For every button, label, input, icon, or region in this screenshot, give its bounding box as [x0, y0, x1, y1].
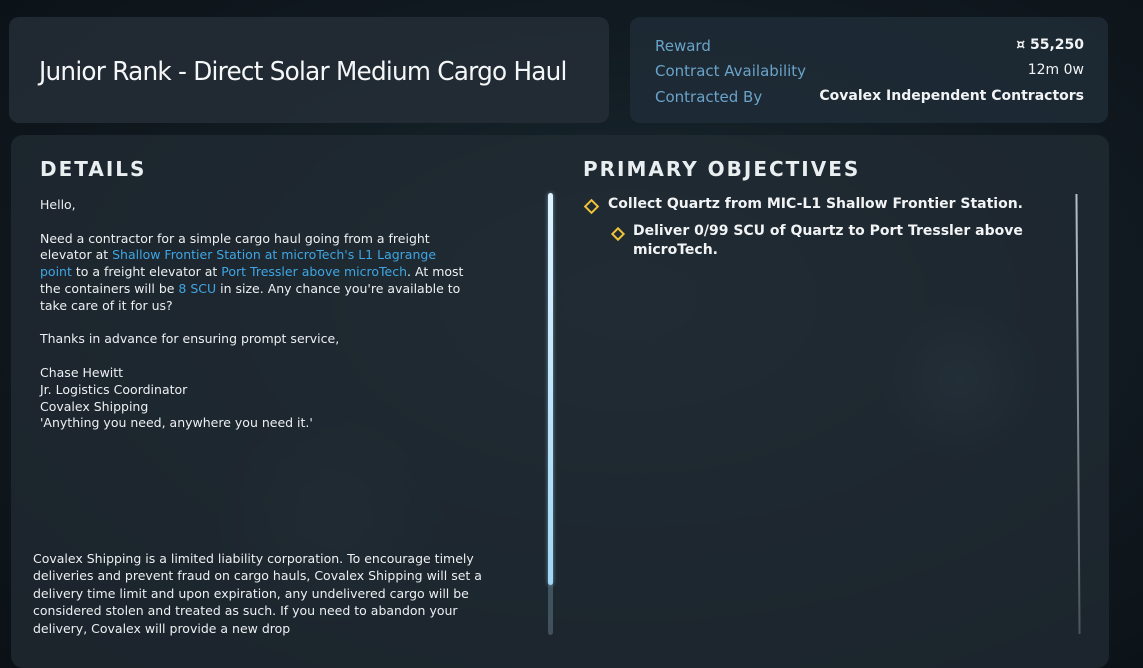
reward-value: ¤ 55,250: [1016, 37, 1084, 53]
signature-company: Covalex Shipping: [40, 398, 149, 414]
contract-title-panel: Junior Rank - Direct Solar Medium Cargo …: [9, 17, 609, 123]
dropoff-location-link[interactable]: Port Tressler above microTech: [221, 264, 407, 279]
primary-objectives-heading: PRIMARY OBJECTIVES: [583, 157, 861, 181]
legal-disclaimer: Covalex Shipping is a limited liability …: [33, 551, 482, 636]
availability-label: Contract Availability: [655, 62, 807, 80]
diamond-outline-icon: [583, 198, 600, 215]
objective-text: Deliver 0/99 SCU of Quartz to Port Tress…: [633, 223, 1023, 239]
objective-subitem: Deliver 0/99 SCU of Quartz to Port Tress…: [610, 222, 1050, 262]
objective-text: Collect Quartz from MIC-L1 Shallow Front…: [608, 196, 1024, 212]
details-scrollbar-thumb[interactable]: [548, 193, 553, 585]
details-text[interactable]: Hello, Need a contractor for a simple ca…: [40, 197, 470, 432]
objective-text: microTech.: [633, 242, 718, 258]
details-body: Need a contractor for a simple cargo hau…: [40, 231, 470, 315]
details-body-text: to a freight elevator at: [71, 264, 222, 280]
diamond-outline-icon: [610, 226, 626, 242]
contract-meta-panel: Reward ¤ 55,250 Contract Availability 12…: [630, 17, 1108, 123]
availability-row: Contract Availability 12m 0w: [630, 62, 1108, 86]
cargo-size-link[interactable]: 8 SCU: [178, 281, 216, 296]
details-thanks: Thanks in advance for ensuring prompt se…: [40, 331, 340, 347]
signature-motto: 'Anything you need, anywhere you need it…: [40, 415, 313, 431]
contract-title: Junior Rank - Direct Solar Medium Cargo …: [39, 57, 567, 87]
signature-name: Chase Hewitt: [40, 364, 124, 380]
reward-label: Reward: [655, 37, 711, 55]
contracted-by-row: Contracted By Covalex Independent Contra…: [630, 88, 1108, 112]
details-heading: DETAILS: [40, 157, 147, 181]
contracted-by-label: Contracted By: [655, 88, 763, 106]
availability-value: 12m 0w: [1027, 62, 1084, 78]
details-greeting: Hello,: [40, 197, 76, 212]
reward-row: Reward ¤ 55,250: [630, 37, 1108, 61]
objective-item: Collect Quartz from MIC-L1 Shallow Front…: [583, 195, 1053, 215]
contracted-by-value: Covalex Independent Contractors: [819, 88, 1084, 104]
signature-role: Jr. Logistics Coordinator: [40, 381, 188, 397]
